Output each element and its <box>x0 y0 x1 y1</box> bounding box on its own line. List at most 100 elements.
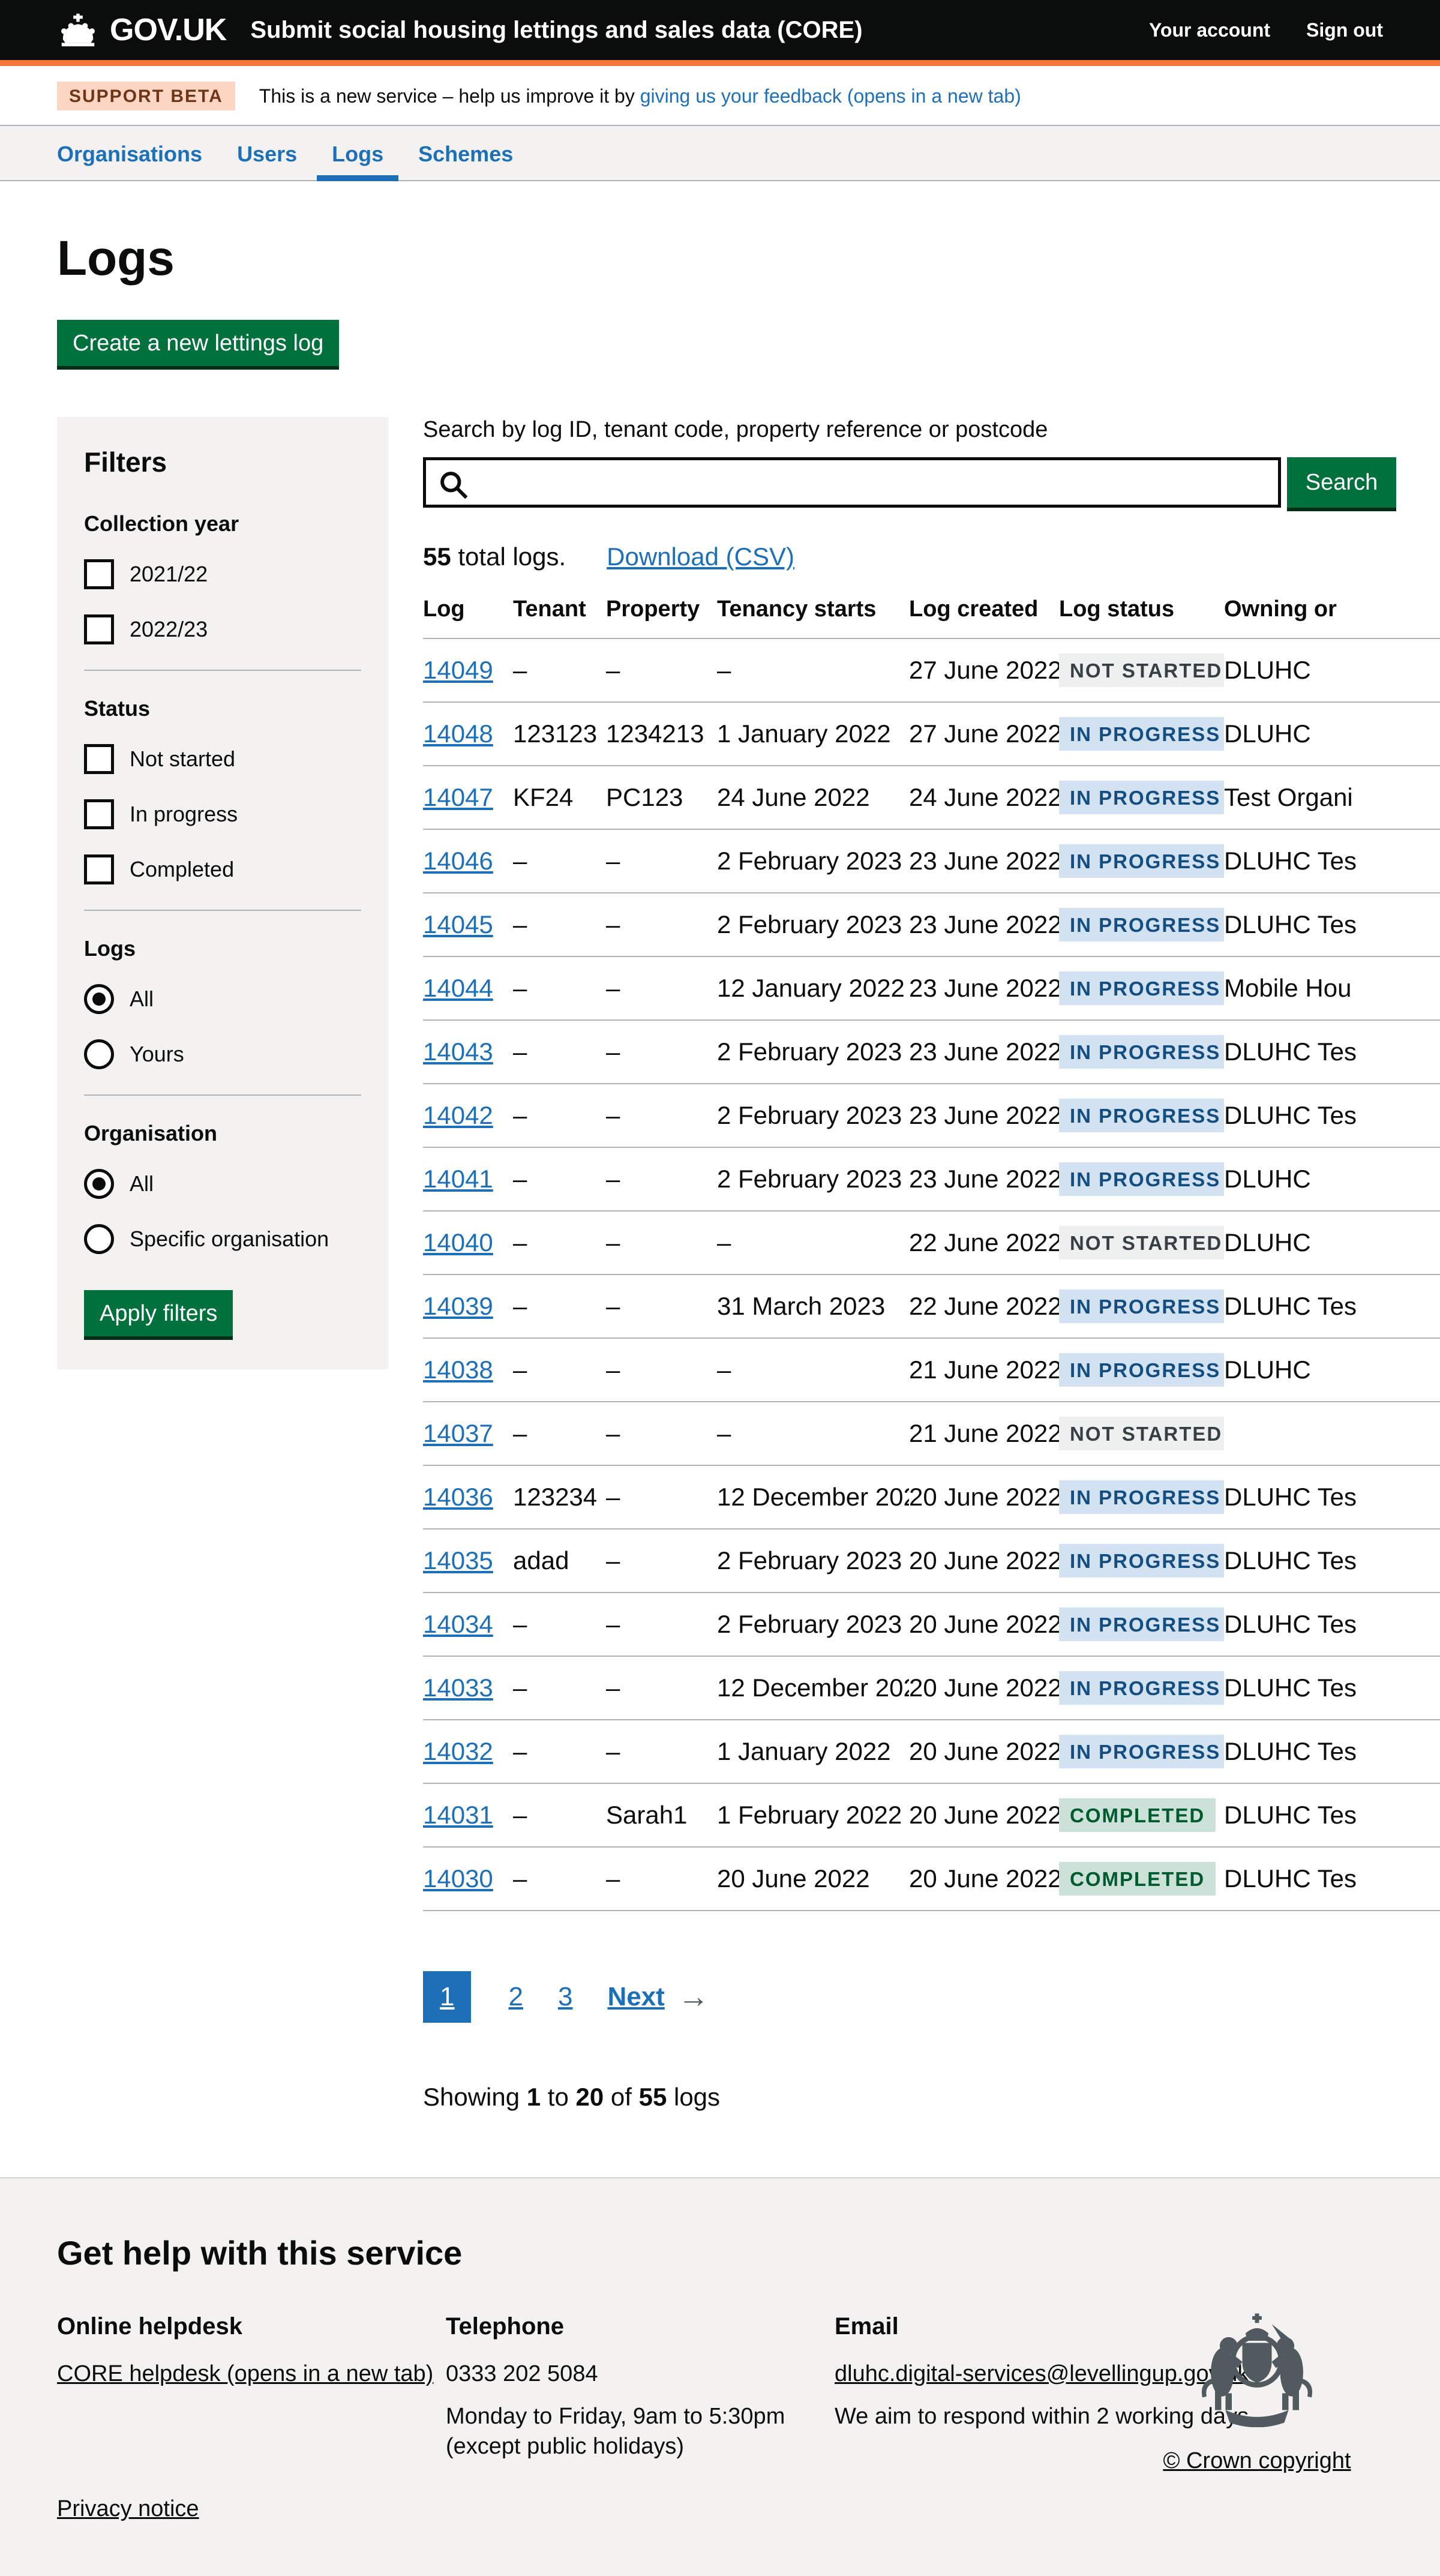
log-status-cell: NOT STARTED <box>1059 1402 1224 1465</box>
footer-link[interactable]: CORE helpdesk (opens in a new tab) <box>57 2361 433 2386</box>
tenancy-starts-cell: 1 February 2022 <box>717 1786 909 1844</box>
tenant-cell: – <box>513 1659 606 1717</box>
table-row: 1404812312312342131 January 202227 June … <box>423 703 1440 766</box>
owning-org-cell: DLUHC Tes <box>1224 1277 1440 1335</box>
log-link[interactable]: 14045 <box>423 910 493 938</box>
log-link[interactable]: 14035 <box>423 1546 493 1575</box>
owning-org-cell: DLUHC Tes <box>1224 1468 1440 1526</box>
radio-yours[interactable] <box>84 1039 114 1069</box>
log-status-cell: IN PROGRESS <box>1059 1657 1224 1719</box>
tenant-cell: – <box>513 1786 606 1844</box>
radio-all[interactable] <box>84 984 114 1014</box>
service-name[interactable]: Submit social housing lettings and sales… <box>250 17 1149 44</box>
log-created-cell: 27 June 2022 <box>909 705 1059 763</box>
govuk-header: GOV.UK Submit social housing lettings an… <box>0 0 1440 66</box>
log-created-cell: 22 June 2022 <box>909 1214 1059 1271</box>
log-link[interactable]: 14047 <box>423 783 493 811</box>
log-link[interactable]: 14037 <box>423 1419 493 1447</box>
log-link[interactable]: 14030 <box>423 1864 493 1893</box>
log-created-cell: 23 June 2022 <box>909 1087 1059 1144</box>
log-link[interactable]: 14041 <box>423 1165 493 1193</box>
log-link[interactable]: 14032 <box>423 1737 493 1765</box>
log-link[interactable]: 14034 <box>423 1610 493 1638</box>
checkbox-completed[interactable] <box>84 854 114 884</box>
log-link[interactable]: 14044 <box>423 974 493 1002</box>
showing-summary: Showing 1 to 20 of 55 logs <box>423 2083 1440 2112</box>
beta-tag: SUPPORT BETA <box>57 82 235 110</box>
tenant-cell: – <box>513 1341 606 1399</box>
owning-org-cell: DLUHC <box>1224 1214 1440 1271</box>
log-link[interactable]: 14043 <box>423 1037 493 1066</box>
header-link-sign-out[interactable]: Sign out <box>1306 19 1383 41</box>
radio-all[interactable] <box>84 1169 114 1199</box>
log-status-cell: IN PROGRESS <box>1059 1021 1224 1083</box>
tenancy-starts-cell: 2 February 2023 <box>717 1150 909 1208</box>
status-badge: NOT STARTED <box>1059 653 1224 687</box>
radio-specific-organisation[interactable] <box>84 1224 114 1254</box>
filter-option-label: Completed <box>130 857 234 882</box>
log-status-cell: IN PROGRESS <box>1059 1593 1224 1656</box>
log-id-cell: 14031 <box>423 1786 513 1844</box>
nav-item-users[interactable]: Users <box>237 126 297 180</box>
checkbox-2021-22[interactable] <box>84 559 114 589</box>
govuk-logotype[interactable]: GOV.UK <box>110 12 226 48</box>
tenant-cell: – <box>513 1596 606 1653</box>
log-status-cell: NOT STARTED <box>1059 1211 1224 1274</box>
log-status-cell: IN PROGRESS <box>1059 1530 1224 1592</box>
pagination-page-3[interactable]: 3 <box>558 1982 572 2012</box>
table-row: 14040–––22 June 2022NOT STARTEDDLUHC <box>423 1211 1440 1275</box>
download-csv-link[interactable]: Download (CSV) <box>607 542 794 571</box>
log-link[interactable]: 14038 <box>423 1356 493 1384</box>
pagination-page-1[interactable]: 1 <box>423 1971 471 2023</box>
property-cell: – <box>606 1468 717 1526</box>
tenant-cell: – <box>513 832 606 890</box>
owning-org-cell: DLUHC Tes <box>1224 1850 1440 1908</box>
pagination-page-2[interactable]: 2 <box>508 1982 523 2012</box>
table-row: 14044––12 January 202223 June 2022IN PRO… <box>423 957 1440 1021</box>
filter-heading-logs: Logs <box>84 936 361 961</box>
log-link[interactable]: 14042 <box>423 1101 493 1129</box>
search-input[interactable] <box>426 460 1278 505</box>
feedback-link[interactable]: giving us your feedback (opens in a new … <box>640 85 1021 107</box>
log-link[interactable]: 14046 <box>423 847 493 875</box>
search-button[interactable]: Search <box>1287 457 1396 508</box>
filter-option: All <box>84 984 361 1014</box>
table-row: 14042––2 February 202323 June 2022IN PRO… <box>423 1084 1440 1148</box>
log-id-cell: 14047 <box>423 769 513 826</box>
tenancy-starts-cell: 12 January 2022 <box>717 959 909 1017</box>
log-link[interactable]: 14048 <box>423 719 493 748</box>
owning-org-cell: DLUHC Tes <box>1224 1532 1440 1590</box>
create-lettings-log-button[interactable]: Create a new lettings log <box>57 320 339 366</box>
page-title: Logs <box>57 230 1440 287</box>
logs-table: LogTenantPropertyTenancy startsLog creat… <box>423 596 1440 1911</box>
log-status-cell: NOT STARTED <box>1059 639 1224 701</box>
log-status-cell: IN PROGRESS <box>1059 1720 1224 1783</box>
tenancy-starts-cell: 2 February 2023 <box>717 1532 909 1590</box>
nav-item-schemes[interactable]: Schemes <box>418 126 513 180</box>
filter-option-label: Specific organisation <box>130 1226 329 1252</box>
property-cell: – <box>606 832 717 890</box>
checkbox-in-progress[interactable] <box>84 799 114 829</box>
crown-copyright-link[interactable]: © Crown copyright <box>1163 2448 1351 2474</box>
pagination-next-link[interactable]: Next <box>607 1982 664 2012</box>
log-link[interactable]: 14049 <box>423 656 493 684</box>
log-link[interactable]: 14031 <box>423 1801 493 1829</box>
log-link[interactable]: 14040 <box>423 1228 493 1256</box>
filter-divider <box>84 1094 361 1096</box>
log-link[interactable]: 14036 <box>423 1483 493 1511</box>
checkbox-2022-23[interactable] <box>84 614 114 644</box>
log-link[interactable]: 14039 <box>423 1292 493 1320</box>
nav-item-logs[interactable]: Logs <box>332 126 383 180</box>
header-link-your-account[interactable]: Your account <box>1149 19 1270 41</box>
nav-item-organisations[interactable]: Organisations <box>57 126 202 180</box>
privacy-notice-link[interactable]: Privacy notice <box>57 2496 199 2522</box>
apply-filters-button[interactable]: Apply filters <box>84 1290 233 1336</box>
tenancy-starts-cell: 12 December 2021 <box>717 1659 909 1717</box>
filter-heading-status: Status <box>84 696 361 721</box>
checkbox-not-started[interactable] <box>84 744 114 774</box>
tenancy-starts-cell: – <box>717 641 909 699</box>
log-link[interactable]: 14033 <box>423 1674 493 1702</box>
phase-banner-text: This is a new service – help us improve … <box>259 85 1021 107</box>
status-badge: IN PROGRESS <box>1059 781 1224 814</box>
log-created-cell: 20 June 2022 <box>909 1659 1059 1717</box>
